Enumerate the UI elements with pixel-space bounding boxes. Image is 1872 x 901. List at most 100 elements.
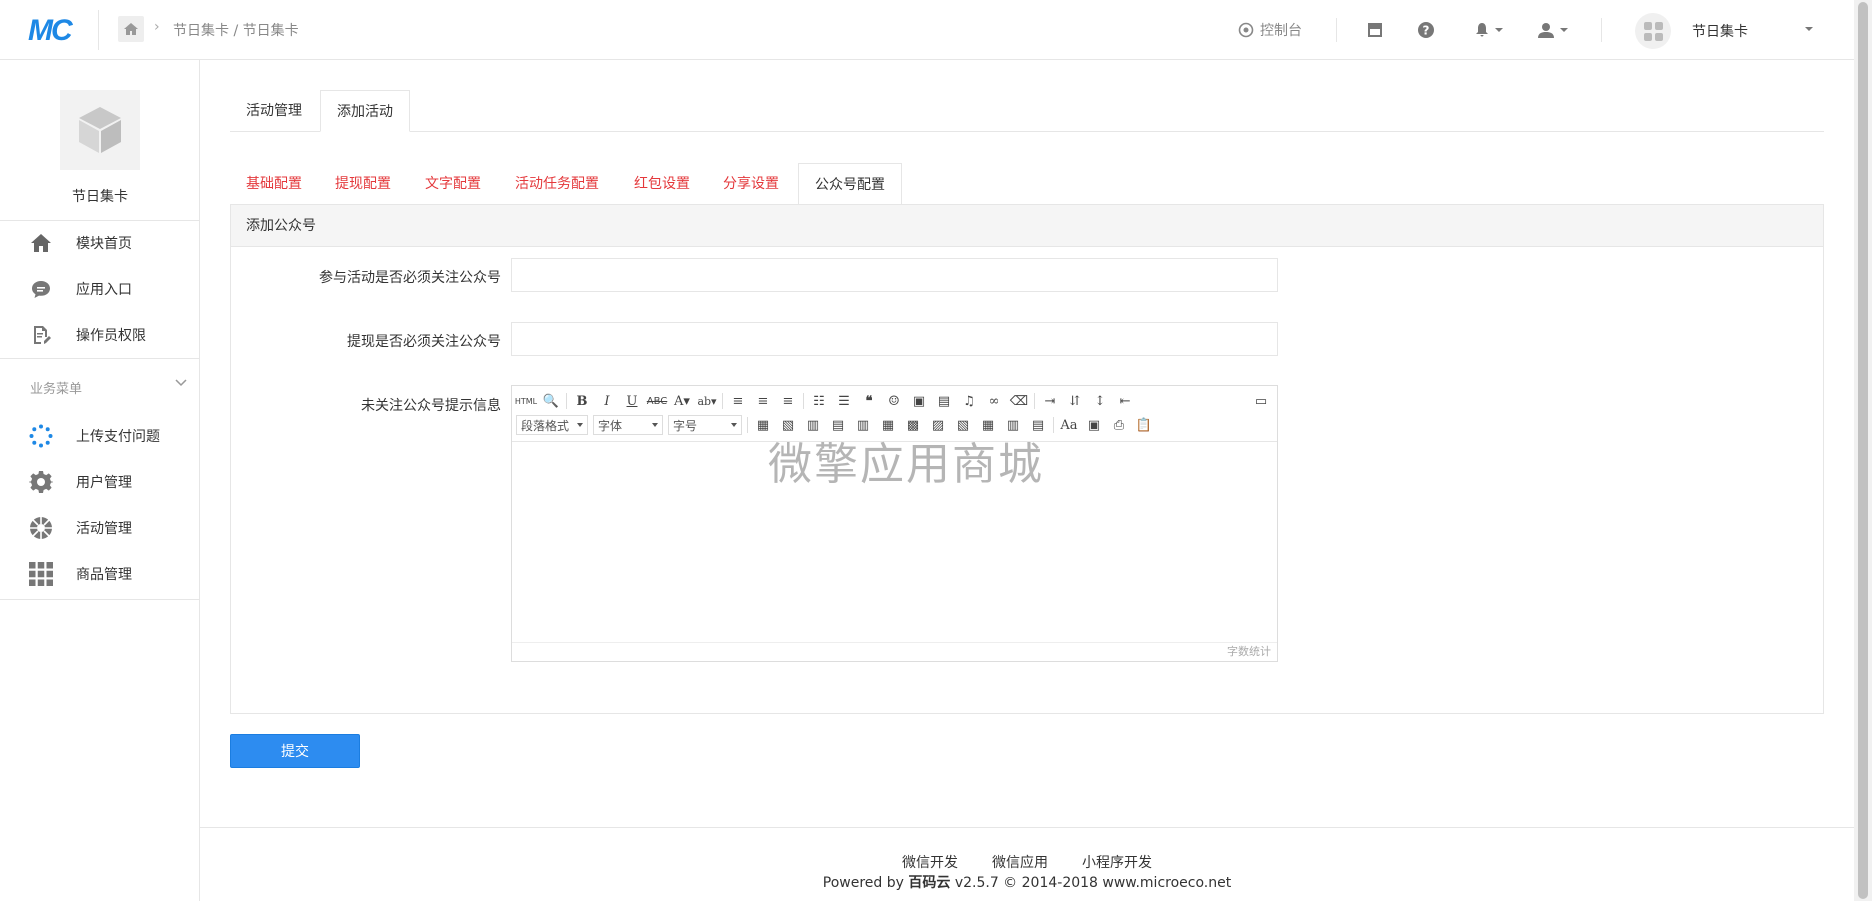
unordered-list-icon[interactable]: ☰ [834, 391, 854, 411]
sidebar-item-label: 商品管理 [76, 567, 132, 583]
home-icon[interactable] [118, 16, 144, 42]
document-edit-icon [28, 322, 54, 348]
link-icon[interactable]: ∞ [984, 391, 1004, 411]
sidebar-item-label: 用户管理 [76, 475, 132, 491]
outdent-icon[interactable]: ⇤ [1115, 391, 1135, 411]
font-size-select[interactable]: 字号 [668, 415, 742, 435]
footer-link-wechat-apps[interactable]: 微信应用 [992, 852, 1048, 872]
watermark: 微擎应用商城 [768, 439, 1044, 490]
footer-copyright: Powered by 百码云 v2.5.7 © 2014-2018 www.mi… [200, 872, 1854, 892]
music-icon[interactable]: ♫ [959, 391, 979, 411]
font-family-select[interactable]: 字体 [593, 415, 663, 435]
sidebar-item-operator-permissions[interactable]: 操作员权限 [0, 312, 200, 358]
print-icon[interactable]: ⎙ [1109, 415, 1129, 435]
footer-divider [200, 827, 1854, 828]
submit-button[interactable]: 提交 [230, 734, 360, 768]
breadcrumb[interactable]: 节日集卡 / 节日集卡 [173, 20, 299, 40]
tab-redpacket-settings[interactable]: 红包设置 [618, 163, 706, 205]
tab-withdraw-config[interactable]: 提现配置 [319, 163, 407, 205]
footer-link-miniprogram-dev[interactable]: 小程序开发 [1082, 852, 1152, 872]
sidebar-item-activity-management[interactable]: 活动管理 [0, 505, 200, 551]
tab-task-config[interactable]: 活动任务配置 [499, 163, 615, 205]
app-switcher-icon[interactable] [1635, 13, 1671, 49]
breadcrumb-chevron-icon: › [154, 19, 160, 35]
chevron-down-icon [1560, 28, 1568, 32]
logo-divider [98, 10, 99, 50]
indent-icon[interactable]: ⇥ [1040, 391, 1060, 411]
fullscreen-icon[interactable]: ▭ [1251, 391, 1271, 411]
paragraph-spacing-icon[interactable]: ⇵ [1065, 391, 1085, 411]
withdraw-follow-input[interactable] [511, 322, 1278, 356]
grid-icon [28, 561, 54, 587]
withdraw-follow-label: 提现是否必须关注公众号 [347, 334, 501, 350]
sidebar-item-label: 模块首页 [76, 236, 132, 252]
editor-content-area[interactable]: 微擎应用商城 [512, 439, 1277, 642]
aperture-icon [28, 515, 54, 541]
template-icon[interactable]: ▣ [1084, 415, 1104, 435]
panel-title: 添加公众号 [231, 205, 1823, 247]
tab-official-account-config[interactable]: 公众号配置 [798, 163, 902, 205]
chat-icon [28, 276, 54, 302]
spellcheck-icon[interactable]: Aa [1059, 415, 1079, 435]
sidebar-item-label: 操作员权限 [76, 328, 146, 344]
dashboard-link[interactable]: 控制台 [1238, 0, 1302, 60]
font-color-icon[interactable]: A▾ [672, 391, 692, 411]
preview-search-icon[interactable]: 🔍 [541, 391, 561, 411]
italic-icon[interactable]: I [597, 391, 617, 411]
ordered-list-icon[interactable]: ☷ [809, 391, 829, 411]
sidebar-item-upload-payment-issue[interactable]: 上传支付问题 [0, 413, 200, 459]
collapse-chevron-icon[interactable] [175, 376, 187, 390]
tab-text-config[interactable]: 文字配置 [409, 163, 497, 205]
sidebar-item-user-management[interactable]: 用户管理 [0, 459, 200, 505]
tab-add-activity[interactable]: 添加活动 [320, 90, 410, 132]
strikethrough-icon[interactable]: ABC [647, 391, 668, 411]
line-height-icon[interactable]: ↕ [1090, 391, 1110, 411]
toolbar-separator [747, 417, 748, 433]
svg-text:?: ? [1423, 24, 1430, 38]
home-icon [28, 230, 54, 256]
chevron-down-icon [1495, 28, 1503, 32]
blockquote-icon[interactable]: ❝ [859, 391, 879, 411]
underline-icon[interactable]: U [622, 391, 642, 411]
toolbar-separator [803, 393, 804, 409]
paste-icon[interactable]: 📋 [1134, 415, 1154, 435]
align-center-icon[interactable]: ≡ [753, 391, 773, 411]
video-icon[interactable]: ▤ [934, 391, 954, 411]
notification-bell-icon[interactable] [1474, 0, 1503, 60]
sidebar-item-product-management[interactable]: 商品管理 [0, 551, 200, 597]
word-count: 字数统计 [512, 642, 1277, 661]
help-icon[interactable]: ? [1417, 0, 1435, 60]
store-icon[interactable] [1366, 0, 1384, 60]
tab-basic-config[interactable]: 基础配置 [230, 163, 318, 205]
footer-link-wechat-dev[interactable]: 微信开发 [902, 852, 958, 872]
config-sub-tabs: 基础配置 提现配置 文字配置 活动任务配置 红包设置 分享设置 公众号配置 [230, 163, 1824, 205]
emoji-icon[interactable]: ☺ [884, 391, 904, 411]
tab-share-settings[interactable]: 分享设置 [707, 163, 795, 205]
sidebar-item-app-entry[interactable]: 应用入口 [0, 266, 200, 312]
scrollbar-thumb[interactable] [1858, 2, 1868, 899]
follow-required-input[interactable] [511, 258, 1278, 292]
align-left-icon[interactable]: ≡ [728, 391, 748, 411]
sidebar-divider [0, 358, 200, 359]
app-name[interactable]: 节日集卡 [1692, 21, 1748, 41]
align-right-icon[interactable]: ≡ [778, 391, 798, 411]
image-icon[interactable]: ▣ [909, 391, 929, 411]
paragraph-format-select[interactable]: 段落格式 [516, 415, 588, 435]
eraser-icon[interactable]: ⌫ [1009, 391, 1029, 411]
highlight-icon[interactable]: ab▾ [697, 391, 717, 411]
bold-icon[interactable]: B [572, 391, 592, 411]
logo[interactable]: MC [28, 14, 73, 48]
page-scrollbar[interactable] [1854, 0, 1872, 901]
sidebar: 节日集卡 模块首页 应用入口 操作员权限 业务菜单 上传支付问题 用户管理 活动… [0, 60, 200, 901]
sidebar-item-label: 上传支付问题 [76, 429, 160, 445]
powered-by-label: Powered by [822, 875, 904, 891]
chevron-down-icon[interactable] [1805, 27, 1813, 31]
footer-brand: 百码云 [908, 875, 951, 891]
html-source-icon[interactable]: HTML [515, 391, 537, 411]
user-menu-icon[interactable] [1537, 0, 1568, 60]
spinner-icon [28, 423, 54, 449]
sidebar-item-module-home[interactable]: 模块首页 [0, 220, 200, 266]
tab-activity-management[interactable]: 活动管理 [230, 90, 318, 132]
sidebar-item-label: 应用入口 [76, 282, 132, 298]
toolbar-divider [1336, 18, 1337, 42]
